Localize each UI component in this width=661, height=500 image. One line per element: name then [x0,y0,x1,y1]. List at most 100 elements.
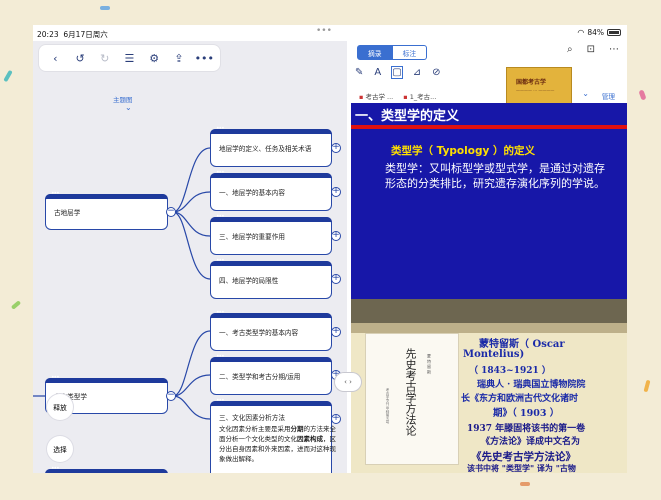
node-header [210,397,332,406]
select-button[interactable]: 选择 [47,436,73,462]
great-wall-banner [351,299,627,323]
slide-body: 类型学：又叫标型学或型式学，是通过对遗存形态的分类排比，研究遗存演化序列的学说。 [385,162,605,190]
doc-tab[interactable]: 1_考古... [403,91,437,101]
desc-bold: 因素构成 [297,435,323,443]
book-title: 国都考古学 [516,79,547,86]
slide-line: 期》（ 1903 ） [493,408,560,419]
node-label: 一、地层学的基本内容 [219,189,285,197]
node-header [45,374,168,383]
node-header [45,465,168,473]
slide-line: 长《东方和欧洲古代文化诸时 [461,394,579,404]
book-thumbnail[interactable]: 国都考古学 ———— ··· ———— [506,67,572,107]
bookmark-icon[interactable]: ⊡ [587,44,595,55]
node-header [210,213,332,222]
mindmap-node-root-1[interactable]: 古地层学 [45,190,168,230]
expand-icon[interactable]: + [331,414,341,424]
wifi-icon: ◠ [577,28,585,37]
eraser-icon[interactable]: ⊘ [432,67,440,78]
slide-line: 瑞典人 · 瑞典国立博物院院 [477,380,586,390]
mindmap-node-partial[interactable] [45,465,168,473]
release-button[interactable]: 释放 [47,394,73,420]
node-header [210,125,332,134]
node-label: 三、地层学的重要作用 [219,233,285,241]
node-header [210,353,332,362]
status-bar: 20:23 6月17日周六 ••• ◠ 84% [33,25,627,41]
select-label: 选择 [53,446,67,454]
node-description: 文化因素分析主要是采用分期的方法来全面分析一个文化类型的文化因素构成，区分出自身… [219,424,339,464]
slide-line: （ 1843~1921 ） [469,366,551,376]
mindmap-node-branch[interactable]: 一、考古类型学的基本内容 [210,309,332,351]
mindmap-node-branch[interactable]: 地层学的定义、任务及相关术语 [210,125,332,167]
node-header [210,309,332,318]
expand-icon[interactable]: + [331,274,341,284]
desc-text: 文化因素分析主要是采用 [219,425,291,433]
slide-line: 蒙特留斯（ Oscar [479,339,565,350]
node-header [210,257,332,266]
slide-line: 《先史考古学方法论》 [471,451,576,463]
banner-strip [351,323,627,333]
heading-underline [351,125,627,129]
mindmap-node-branch[interactable]: 三、地层学的重要作用 [210,213,332,255]
split-view-handle[interactable]: ‹ › [335,373,361,391]
node-label: 三、文化因素分析方法 [219,414,285,422]
slide-definition: 一、类型学的定义 类型学（ Typology ）的定义 类型学：又叫标型学或型式… [351,103,627,299]
book-subtitle: ———— ··· ———— [516,88,555,93]
chevron-down-icon[interactable]: ⌄ [582,89,589,98]
background-decoration [520,482,530,486]
slide-heading: 一、类型学的定义 [355,109,460,124]
manage-button[interactable]: 管理 [602,91,615,101]
slide-line: 《方法论》译成中文名为 [481,437,581,447]
background-decoration [10,300,22,310]
doc-tab[interactable]: 考古学 ... [359,91,393,101]
document-tabs: 考古学 ... 1_考古... [359,91,436,101]
background-decoration [638,89,647,101]
cover-side-text: 考古学专刊 甲种第五号 [386,388,390,425]
expand-icon[interactable]: + [331,143,341,153]
more-icon[interactable]: ⋯ [609,44,619,55]
expand-icon[interactable]: + [331,327,341,337]
mode-switch: 摘录 标注 [357,45,428,60]
search-icon[interactable]: ⌕ [567,44,573,55]
mindmap-node-branch[interactable]: 二、类型学和考古分期/运用 [210,353,332,395]
node-label: 一、考古类型学的基本内容 [219,329,299,337]
desc-bold: 分期 [290,425,304,433]
tab-annotate[interactable]: 标注 [392,45,428,60]
release-label: 释放 [53,404,67,412]
background-decoration [100,6,110,10]
background-decoration [643,379,651,393]
battery-icon [607,29,621,36]
select-box-icon[interactable]: ▢ [391,66,403,79]
book-cover-image: 先史考古学方法论 蒙 特 留 斯 考古学专刊 甲种第五号 [365,333,459,465]
multitask-dots[interactable]: ••• [316,26,332,36]
slide-line: 1937 年滕固将该书的第一卷 [467,424,586,434]
slide-montelius: 先史考古学方法论 蒙 特 留 斯 考古学专刊 甲种第五号 蒙特留斯（ Oscar… [351,299,627,473]
mindmap-node-branch[interactable]: 四、地层学的局限性 [210,257,332,299]
tab-excerpt[interactable]: 摘录 [357,45,393,60]
battery-percent: 84% [587,28,604,37]
pen-icon[interactable]: ✎ [355,67,363,78]
background-decoration [3,69,13,83]
node-label: 四、地层学的局限性 [219,277,279,285]
cover-author: 蒙 特 留 斯 [427,354,432,374]
expand-icon[interactable]: + [331,231,341,241]
tablet-screen: 20:23 6月17日周六 ••• ◠ 84% ‹ ↺ ↻ ☰ ⚙ ⇪ ••• … [33,25,627,473]
collapse-icon[interactable]: − [166,207,176,217]
expand-icon[interactable]: + [331,187,341,197]
highlighter-icon[interactable]: A [374,67,381,78]
cover-title: 先史考古学方法论 [404,348,417,436]
node-label: 二、类型学和考古分期/运用 [219,373,301,381]
mindmap-node-branch[interactable]: 一、地层学的基本内容 [210,169,332,211]
slide-line: Montelius) [463,349,525,360]
node-header [45,190,168,199]
mindmap-pane: ‹ ↺ ↻ ☰ ⚙ ⇪ ••• 主题图 ⌄ 古地层学 [33,41,347,473]
lasso-icon[interactable]: ⊿ [413,67,421,78]
slide-subheading: 类型学（ Typology ）的定义 [391,145,535,157]
battery-indicator: ◠ 84% [577,28,621,37]
slide-line: 该书中将 "类型学" 译为 "古物 [467,463,576,473]
status-time: 20:23 6月17日周六 [37,30,108,39]
pdf-top-icons: ⌕ ⊡ ⋯ [567,44,619,55]
node-header [210,169,332,178]
collapse-icon[interactable]: − [166,391,176,401]
pdf-pane: 摘录 标注 ⌕ ⊡ ⋯ ✎ A ▢ ⊿ ⊘ 国都考古学 ———— ··· ———… [351,41,627,473]
node-label: 古地层学 [54,209,81,217]
